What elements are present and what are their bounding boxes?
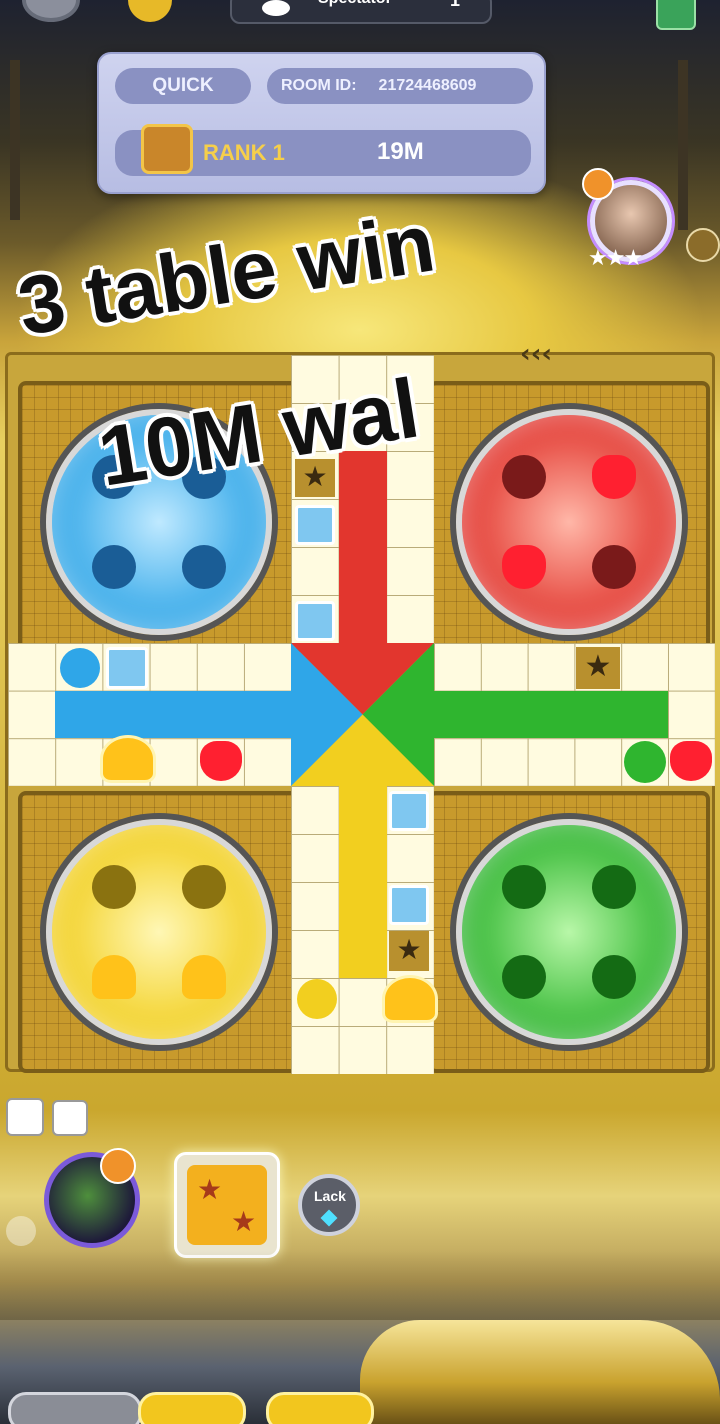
- rank-label: RANK 1: [203, 140, 285, 165]
- gem-icon: [320, 1209, 338, 1227]
- palm-tree: [10, 60, 20, 220]
- room-id-label: ROOM ID:: [281, 77, 357, 94]
- mute-self-icon[interactable]: [6, 1216, 36, 1246]
- yellow-base-disc: [46, 819, 272, 1045]
- globe-icon: [60, 648, 100, 688]
- dice-bonus-icon: [389, 791, 429, 831]
- star-icon: ★: [389, 931, 429, 971]
- yellow-home-lane: [339, 786, 387, 978]
- token-slot: [502, 955, 546, 999]
- spectator-count: 1: [450, 0, 461, 10]
- gift-bag-icon[interactable]: [656, 0, 696, 30]
- gold-car-image: [360, 1320, 720, 1424]
- rocket-icon: [389, 885, 429, 925]
- room-info-card: QUICK ROOM ID: 21724468609 RANK 1 19M: [97, 52, 546, 194]
- red-heart-token-on-track[interactable]: [670, 741, 712, 781]
- eye-icon: [262, 0, 290, 16]
- yellow-token[interactable]: [182, 955, 226, 999]
- mute-opponent-icon[interactable]: [686, 228, 720, 262]
- room-id-value: 21724468609: [378, 77, 477, 94]
- emoji-button[interactable]: [138, 1392, 246, 1424]
- token-slot: [182, 545, 226, 589]
- dice-pair-icon: [6, 1098, 90, 1138]
- red-heart-token[interactable]: [502, 545, 546, 589]
- dice-bonus-icon: [295, 505, 335, 545]
- token-slot: [592, 545, 636, 589]
- rocket-icon: [295, 601, 335, 641]
- roll-dice-button[interactable]: ★ ★: [174, 1152, 280, 1258]
- star-rating-icon: ★★★: [588, 246, 643, 271]
- lock-label: Lack: [314, 1188, 346, 1204]
- player-gift-icon[interactable]: [100, 1148, 136, 1184]
- token-slot: [502, 865, 546, 909]
- rank-pill: RANK 1 19M: [115, 124, 531, 176]
- token-slot: [502, 455, 546, 499]
- center-finish: [291, 643, 434, 786]
- prize-amount: 19M: [377, 138, 424, 165]
- green-base-disc: [456, 819, 682, 1045]
- green-home-lane: [434, 691, 668, 738]
- chat-button[interactable]: [266, 1392, 374, 1424]
- treasure-chest-icon: [141, 124, 193, 174]
- globe-icon: [297, 979, 337, 1019]
- palm-tree: [678, 60, 688, 230]
- token-slot: [92, 545, 136, 589]
- rocket-icon: [106, 647, 148, 689]
- room-id-pill: ROOM ID: 21724468609: [267, 68, 533, 104]
- spectator-bar[interactable]: Spectator 1: [230, 0, 492, 24]
- red-base-disc: [456, 409, 682, 635]
- yellow-token[interactable]: [92, 955, 136, 999]
- green-home: [428, 791, 710, 1073]
- yellow-token-on-track[interactable]: [100, 735, 156, 783]
- globe-icon: [624, 741, 666, 783]
- opponent-gift-icon[interactable]: [582, 168, 614, 200]
- token-slot: [592, 865, 636, 909]
- token-slot: [92, 865, 136, 909]
- yellow-home: [18, 791, 300, 1073]
- token-slot: [182, 865, 226, 909]
- voice-mute-button[interactable]: [8, 1392, 142, 1424]
- star-icon: ★: [576, 647, 620, 689]
- red-home-lane: [339, 451, 387, 643]
- yellow-token-on-track[interactable]: [382, 975, 438, 1023]
- spectator-label: Spectator: [318, 0, 392, 8]
- red-heart-token[interactable]: [592, 455, 636, 499]
- mode-badge: QUICK: [115, 68, 251, 104]
- palm-row-decoration: [0, 1250, 720, 1320]
- lock-button[interactable]: Lack: [298, 1174, 360, 1236]
- red-heart-token-on-track[interactable]: [200, 741, 242, 781]
- token-slot: [592, 955, 636, 999]
- red-home: [428, 381, 710, 663]
- dice-face-star: ★ ★: [187, 1165, 267, 1245]
- direction-arrows-icon: ‹‹‹: [520, 339, 553, 369]
- blue-home-lane: [55, 691, 291, 738]
